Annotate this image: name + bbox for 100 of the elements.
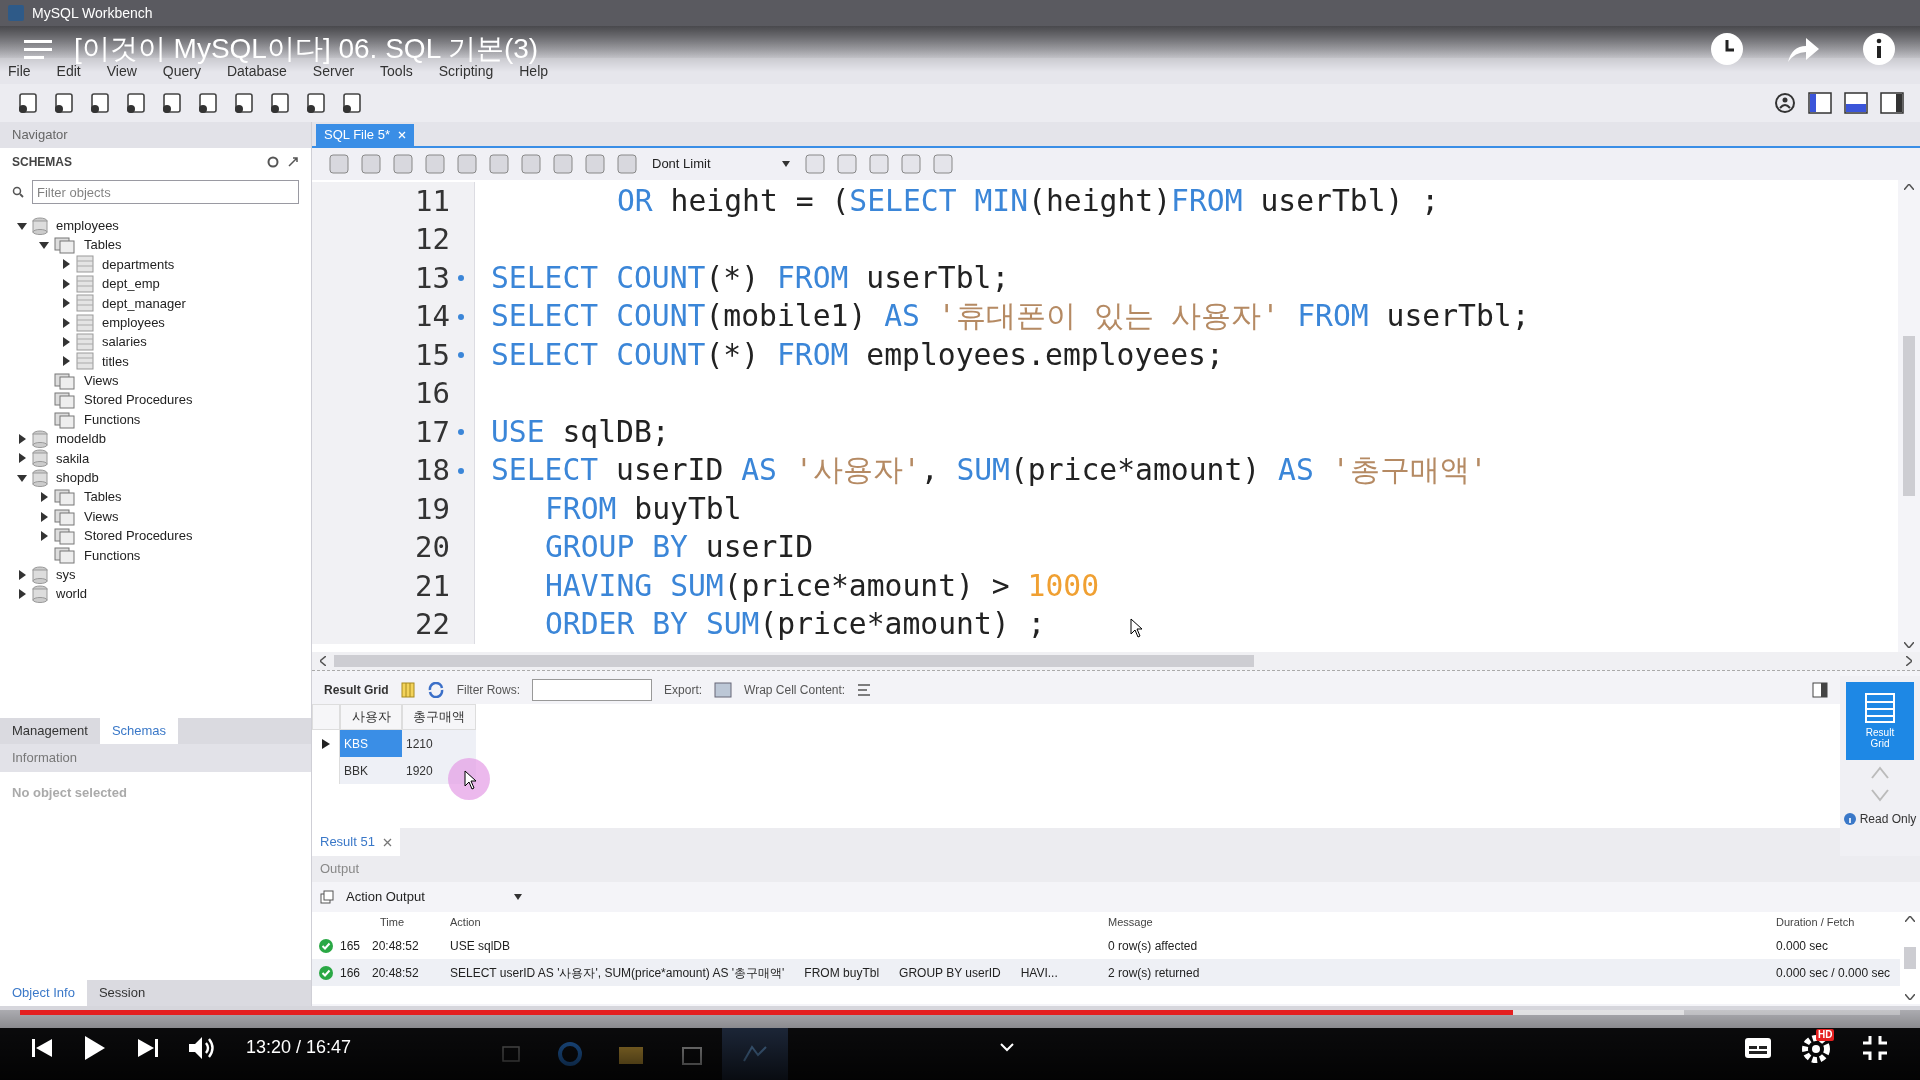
tree-item[interactable]: shopdb (56, 468, 99, 488)
panel-tab[interactable]: Object Info (0, 980, 87, 1006)
expand-arrow-icon[interactable] (16, 452, 28, 465)
tree-item[interactable]: departments (102, 254, 175, 275)
tree-item[interactable]: employees (56, 215, 119, 236)
tree-item[interactable]: Tables (84, 235, 122, 255)
line-number: 14 (415, 298, 450, 335)
menu-item[interactable]: Help (519, 60, 549, 82)
expand-arrow-icon[interactable] (60, 355, 72, 368)
section-label: SCHEMAS (12, 154, 72, 171)
menu-item[interactable]: File (8, 60, 31, 82)
expand-arrow-icon[interactable] (60, 336, 72, 349)
tree-item[interactable]: Functions (84, 545, 141, 566)
panel-header: Information (12, 749, 78, 768)
tree-item[interactable]: Views (84, 506, 119, 527)
expand-arrow-icon[interactable] (60, 258, 72, 271)
menu-item[interactable]: Tools (380, 60, 413, 82)
close-icon[interactable] (382, 837, 392, 847)
statement-marker-icon (458, 352, 464, 359)
grid-corner-cell[interactable] (312, 704, 340, 730)
exit-fullscreen-icon[interactable] (1862, 1034, 1888, 1061)
tree-item[interactable]: world (56, 584, 88, 604)
menu-item[interactable]: View (106, 60, 137, 82)
scroll-right-icon (1906, 656, 1912, 666)
sidebar-left-icon[interactable] (1808, 92, 1832, 114)
window-title: MySQL Workbench (32, 3, 153, 23)
subtitles-icon[interactable] (1744, 1036, 1772, 1059)
expand-icon[interactable] (287, 156, 299, 168)
line-number: 15 (415, 336, 450, 374)
tree-item[interactable]: employees (102, 312, 165, 333)
scrollbar-thumb[interactable] (1903, 336, 1915, 496)
menu-item[interactable]: Scripting (438, 60, 494, 82)
expand-arrow-icon[interactable] (16, 588, 28, 601)
column-header[interactable]: 사용자 (340, 704, 402, 730)
expand-arrow-icon[interactable] (16, 433, 28, 445)
grid-cell[interactable]: BBK (340, 757, 402, 784)
code-line: ORDER BY SUM(price*amount) ; (544, 605, 1046, 644)
grid-cell[interactable]: 1210 (402, 730, 476, 757)
export-icon[interactable] (714, 682, 733, 698)
tree-item[interactable]: sakila (56, 448, 90, 469)
expand-arrow-icon[interactable] (60, 316, 72, 329)
expand-arrow-icon[interactable] (38, 510, 50, 523)
expand-arrow-icon[interactable] (60, 277, 72, 290)
column-header[interactable]: Time (372, 915, 405, 928)
result-tab[interactable]: Result 51 (312, 828, 400, 856)
code-line: SELECT COUNT(*) FROM employees.employees; (491, 336, 1224, 374)
tree-item[interactable]: Stored Procedures (84, 390, 193, 410)
tree-item[interactable]: modeldb (56, 429, 106, 449)
output-cell-text: SELECT userID AS '사용자', SUM(price*amount) AS '총구매액' FROM buyTbl GROUP BY userID HAVI... (450, 964, 1058, 982)
column-header[interactable]: Action (450, 915, 481, 928)
expand-arrow-icon[interactable] (16, 568, 28, 581)
panel-header: Output (320, 860, 360, 879)
column-header[interactable]: 총구매액 (402, 704, 476, 730)
column-header[interactable]: Message (1108, 915, 1153, 928)
column-header[interactable]: Duration / Fetch (1776, 915, 1855, 928)
menu-item[interactable]: Server (312, 60, 355, 82)
tree-item[interactable]: dept_manager (102, 293, 186, 313)
tree-item[interactable]: dept_emp (102, 274, 160, 294)
menu-item[interactable]: Query (162, 60, 201, 82)
expand-arrow-icon[interactable] (38, 529, 50, 542)
sidebar-right-icon[interactable] (1880, 92, 1904, 114)
tree-item[interactable]: salaries (102, 332, 147, 352)
tree-item[interactable]: Stored Procedures (84, 526, 193, 546)
result-grid-button[interactable]: Result Grid (1846, 682, 1914, 760)
refresh-icon[interactable] (426, 682, 445, 698)
tree-item[interactable]: Tables (84, 487, 122, 507)
copy-icon[interactable] (320, 890, 334, 904)
tree-item[interactable]: Views (84, 371, 119, 391)
scrollbar-thumb[interactable] (334, 655, 1254, 667)
line-number: 18 (415, 452, 450, 489)
accessibility-icon[interactable] (1774, 92, 1796, 114)
expand-arrow-icon[interactable] (38, 491, 50, 504)
filter-rows-field[interactable] (532, 679, 653, 701)
panel-tab[interactable]: Session (86, 980, 158, 1006)
menu-item[interactable]: Edit (56, 60, 81, 82)
statement-marker-icon (458, 275, 464, 282)
grid-icon (1865, 693, 1895, 723)
next-icon[interactable] (136, 1037, 158, 1058)
line-number: 11 (415, 182, 450, 220)
play-icon[interactable] (84, 1034, 106, 1061)
panel-bottom-icon[interactable] (1844, 92, 1868, 114)
panel-toggle-icon[interactable] (1812, 682, 1828, 698)
scrollbar-thumb[interactable] (1904, 947, 1916, 969)
line-number: 12 (415, 221, 450, 258)
tree-item[interactable]: Functions (84, 409, 141, 430)
previous-icon[interactable] (32, 1037, 54, 1058)
output-selector[interactable]: Action Output (346, 887, 522, 907)
menu-icon[interactable] (24, 38, 52, 60)
refresh-icon[interactable] (267, 156, 279, 168)
panel-tab[interactable]: Management (0, 718, 100, 744)
filter-field[interactable]: Filter objects (32, 180, 299, 204)
chevron-down-icon[interactable] (1000, 1043, 1014, 1052)
panel-tab[interactable]: Schemas (99, 718, 179, 744)
code-line: USE sqlDB; (491, 413, 670, 451)
tree-item[interactable]: titles (102, 351, 129, 372)
tree-item[interactable]: sys (56, 565, 76, 585)
menu-item[interactable]: Database (226, 60, 287, 82)
statement-marker-icon (458, 467, 464, 474)
expand-arrow-icon[interactable] (60, 297, 72, 310)
clock-icon[interactable] (1710, 32, 1744, 66)
